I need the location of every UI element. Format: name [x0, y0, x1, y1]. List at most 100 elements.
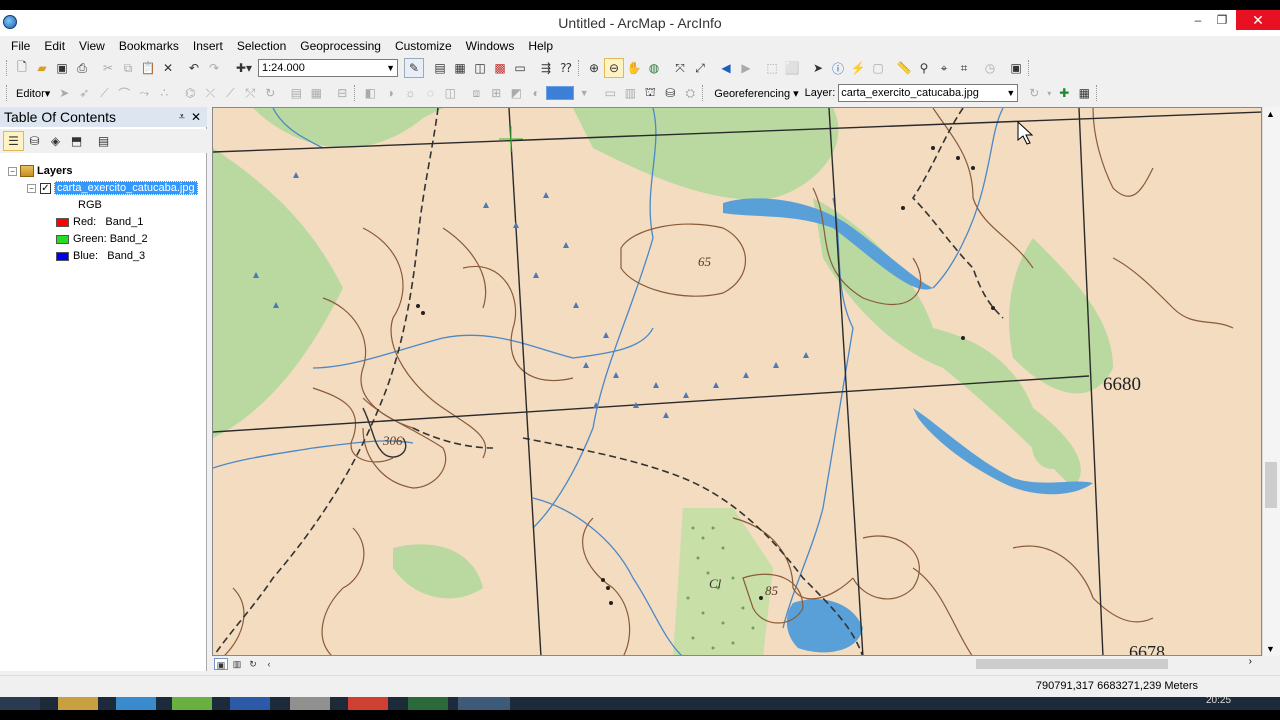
- contrast-icon[interactable]: ◑: [380, 83, 400, 103]
- toolbar-grip[interactable]: [1028, 60, 1032, 76]
- flicker-icon[interactable]: ⧈: [466, 83, 486, 103]
- redo-icon[interactable]: ↷: [204, 58, 224, 78]
- back-arrow-icon[interactable]: ◀: [716, 58, 736, 78]
- image-classification-icon[interactable]: ⛫: [640, 83, 660, 103]
- menu-help[interactable]: Help: [521, 36, 560, 56]
- search-window-icon[interactable]: ◫: [470, 58, 490, 78]
- page-icon[interactable]: ▥: [620, 83, 640, 103]
- copy-icon[interactable]: ⧉: [118, 58, 138, 78]
- contrast-slider-icon[interactable]: ◐: [526, 83, 546, 103]
- new-document-icon[interactable]: 🗋: [12, 58, 32, 78]
- add-data-icon[interactable]: ✚▾: [230, 58, 258, 78]
- toolbar-grip[interactable]: [6, 60, 10, 76]
- add-control-points-icon[interactable]: ✚: [1054, 83, 1074, 103]
- layers-root-row[interactable]: − Layers: [8, 163, 72, 180]
- fixed-zoom-out-icon[interactable]: ⤢: [690, 58, 710, 78]
- chevron-down-icon[interactable]: ▼: [574, 83, 594, 103]
- raster-tools-icon[interactable]: ⛭: [680, 83, 700, 103]
- scroll-up-icon[interactable]: ▲: [1266, 109, 1275, 119]
- paste-icon[interactable]: 📋: [138, 58, 158, 78]
- list-by-selection-icon[interactable]: ⬒: [66, 131, 87, 151]
- point-icon[interactable]: ∴: [154, 83, 174, 103]
- rotate-georef-icon[interactable]: ↻: [1024, 83, 1044, 103]
- map-display[interactable]: 65 306 85 Cl 6680 6678: [212, 107, 1262, 656]
- table-window-icon[interactable]: ▤: [430, 58, 450, 78]
- list-by-visibility-icon[interactable]: ◈: [45, 131, 66, 151]
- toc-options-icon[interactable]: ▤: [93, 131, 114, 151]
- undo-icon[interactable]: ↶: [184, 58, 204, 78]
- pan-hand-icon[interactable]: ✋: [624, 58, 644, 78]
- toolbar-grip[interactable]: [1096, 85, 1100, 101]
- go-to-xy-icon[interactable]: ⌗: [954, 58, 974, 78]
- chrome-task-icon[interactable]: [348, 697, 388, 710]
- full-extent-globe-icon[interactable]: ◍: [644, 58, 664, 78]
- menu-windows[interactable]: Windows: [459, 36, 522, 56]
- html-popup-icon[interactable]: ▢: [868, 58, 888, 78]
- close-button[interactable]: ✕: [1236, 10, 1280, 30]
- delete-icon[interactable]: ✕: [158, 58, 178, 78]
- refresh-icon[interactable]: ↻: [246, 658, 260, 670]
- layer-name[interactable]: carta_exercito_catucaba.jpg: [54, 181, 198, 195]
- scroll-right-icon[interactable]: ›: [1249, 656, 1252, 667]
- app-task-icon[interactable]: [290, 697, 330, 710]
- cut-icon[interactable]: ✂: [98, 58, 118, 78]
- word-task-icon[interactable]: [230, 697, 270, 710]
- hyperlink-icon[interactable]: ⚡: [848, 58, 868, 78]
- editor-menu-dropdown[interactable]: Editor▾: [12, 87, 54, 100]
- menu-edit[interactable]: Edit: [37, 36, 72, 56]
- menu-selection[interactable]: Selection: [230, 36, 293, 56]
- map-vertical-scrollbar[interactable]: ▲ ▼: [1262, 107, 1280, 656]
- toolbar-grip[interactable]: [702, 85, 706, 101]
- rotate-icon[interactable]: ↻: [260, 83, 280, 103]
- brightness-icon[interactable]: ☼: [400, 83, 420, 103]
- edit-vertices-icon[interactable]: ⌬: [180, 83, 200, 103]
- open-folder-icon[interactable]: ▰: [32, 58, 52, 78]
- view-link-table-icon[interactable]: ▦: [1074, 83, 1094, 103]
- editor-toolbar-icon[interactable]: ✎: [404, 58, 424, 78]
- cut-polygons-icon[interactable]: ⟋: [220, 83, 240, 103]
- select-features-icon[interactable]: ⬚: [762, 58, 782, 78]
- whats-this-icon[interactable]: ⁇: [556, 58, 576, 78]
- scroll-thumb[interactable]: [1265, 462, 1277, 508]
- print-icon[interactable]: ⎙: [72, 58, 92, 78]
- measure-icon[interactable]: 📏: [894, 58, 914, 78]
- chevron-down-icon[interactable]: ▾: [1044, 83, 1054, 103]
- zoom-out-icon[interactable]: ⊖: [604, 58, 624, 78]
- find-binoculars-icon[interactable]: ⚲: [914, 58, 934, 78]
- find-route-icon[interactable]: ⌖: [934, 58, 954, 78]
- collapse-icon[interactable]: −: [8, 166, 17, 176]
- trace-icon[interactable]: ⤳: [134, 83, 154, 103]
- model-builder-icon[interactable]: ⇶: [536, 58, 556, 78]
- save-icon[interactable]: ▣: [52, 58, 72, 78]
- time-slider-icon[interactable]: ◷: [980, 58, 1000, 78]
- toc-close-icon[interactable]: ✕: [191, 107, 201, 127]
- display-resampling-icon[interactable]: ⊞: [486, 83, 506, 103]
- toolbar-grip[interactable]: [6, 85, 10, 101]
- pause-drawing-icon[interactable]: ‹: [262, 658, 276, 670]
- transparency-icon[interactable]: ◌: [420, 83, 440, 103]
- menu-insert[interactable]: Insert: [186, 36, 230, 56]
- edit-annotation-icon[interactable]: ➶: [74, 83, 94, 103]
- select-elements-arrow-icon[interactable]: ➤: [808, 58, 828, 78]
- swipe-icon[interactable]: ◫: [440, 83, 460, 103]
- scroll-thumb[interactable]: [976, 659, 1168, 669]
- scroll-down-icon[interactable]: ▼: [1266, 644, 1275, 654]
- app-task-icon[interactable]: [408, 697, 448, 710]
- attributes-icon[interactable]: ▤: [286, 83, 306, 103]
- toolbar-grip[interactable]: [578, 60, 582, 76]
- sketch-properties-icon[interactable]: ▦: [306, 83, 326, 103]
- start-button[interactable]: [0, 697, 40, 710]
- layout-view-icon[interactable]: ▥: [230, 658, 244, 670]
- reshape-icon[interactable]: ⤫: [200, 83, 220, 103]
- map-horizontal-scrollbar[interactable]: ›: [292, 656, 1252, 671]
- clear-selection-icon[interactable]: ⬜: [782, 58, 802, 78]
- layer-transparency-icon[interactable]: ◩: [506, 83, 526, 103]
- effects-icon[interactable]: ◧: [360, 83, 380, 103]
- menu-geoprocessing[interactable]: Geoprocessing: [293, 36, 388, 56]
- toolbar-grip[interactable]: [354, 85, 358, 101]
- ie-task-icon[interactable]: [116, 697, 156, 710]
- python-window-icon[interactable]: ▭: [510, 58, 530, 78]
- transparency-value-box[interactable]: [546, 86, 575, 100]
- list-by-source-icon[interactable]: ⛁: [24, 131, 45, 151]
- restore-button[interactable]: ❐: [1206, 10, 1238, 30]
